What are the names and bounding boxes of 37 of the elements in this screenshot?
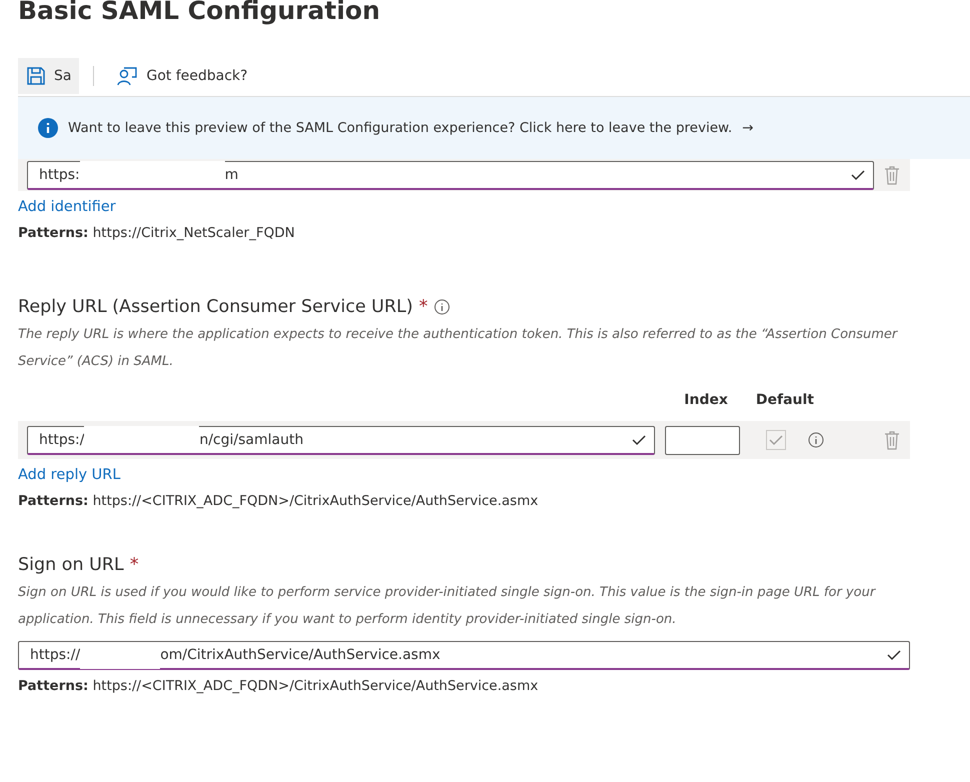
url-input-field[interactable]: https:/ n/cgi/samlauth bbox=[27, 426, 655, 454]
feedback-button[interactable]: Got feedback? bbox=[108, 58, 256, 94]
column-header: Default bbox=[756, 392, 814, 408]
field-value: om/CitrixAuthService/AuthService.asmx bbox=[160, 647, 440, 663]
field-value: https: bbox=[39, 166, 80, 182]
checkmark-icon bbox=[887, 649, 901, 661]
feedback-person-icon bbox=[116, 66, 138, 86]
add-identifier-link[interactable]: Add identifier bbox=[18, 199, 116, 215]
required-asterisk: * bbox=[418, 297, 428, 317]
field-value: n/cgi/samlauth bbox=[199, 432, 304, 448]
required-asterisk: * bbox=[130, 555, 139, 575]
info-icon[interactable] bbox=[808, 432, 824, 448]
add-reply-url-link[interactable]: Add reply URL bbox=[18, 467, 120, 483]
section-heading: Sign on URL bbox=[18, 555, 124, 575]
patterns-text: Patterns: https://Citrix_NetScaler_FQDN bbox=[18, 225, 296, 241]
patterns-text: Patterns: https://<CITRIX_ADC_FQDN>/CitrixAuthService/AuthService.asmx bbox=[18, 493, 540, 509]
field-value: m bbox=[224, 166, 238, 182]
field-value: https:// bbox=[30, 647, 80, 663]
save-button[interactable]: Sa bbox=[18, 58, 80, 94]
url-input-field[interactable]: https: m bbox=[27, 160, 874, 190]
arrow-icon[interactable]: → bbox=[742, 120, 754, 136]
checkmark-icon bbox=[769, 434, 783, 446]
save-icon bbox=[26, 66, 46, 86]
field-value: https:/ bbox=[39, 432, 84, 448]
checkmark-icon bbox=[851, 168, 866, 180]
info-icon bbox=[38, 118, 58, 138]
checkmark-icon bbox=[632, 434, 646, 446]
page-title: Basic SAML Configuration bbox=[18, 0, 381, 27]
url-input-field[interactable]: https:// om/CitrixAuthService/AuthService.asmx bbox=[18, 641, 910, 670]
banner-text[interactable]: Want to leave this preview of the SAML Configuration experience? Click here to leave the preview. bbox=[68, 120, 732, 136]
column-header: Index bbox=[684, 392, 728, 408]
info-icon[interactable] bbox=[434, 299, 450, 315]
section-description: Sign on URL is used if you would like to perform service provider-initiated single sign-on. This value is the sign-in page URL for your application. This field is unnecessary if you want to perform identity provider-initiated single sign-on. bbox=[18, 584, 877, 629]
section-heading: Reply URL (Assertion Consumer Service URL) bbox=[18, 297, 413, 317]
patterns-text: Patterns: https://<CITRIX_ADC_FQDN>/CitrixAuthService/AuthService.asmx bbox=[18, 678, 540, 694]
section-description: The reply URL is where the application expects to receive the authentication token. This is also referred to as the “Assertion Consumer Service” (ACS) in SAML. bbox=[18, 326, 899, 371]
index-input-field[interactable] bbox=[665, 426, 740, 454]
